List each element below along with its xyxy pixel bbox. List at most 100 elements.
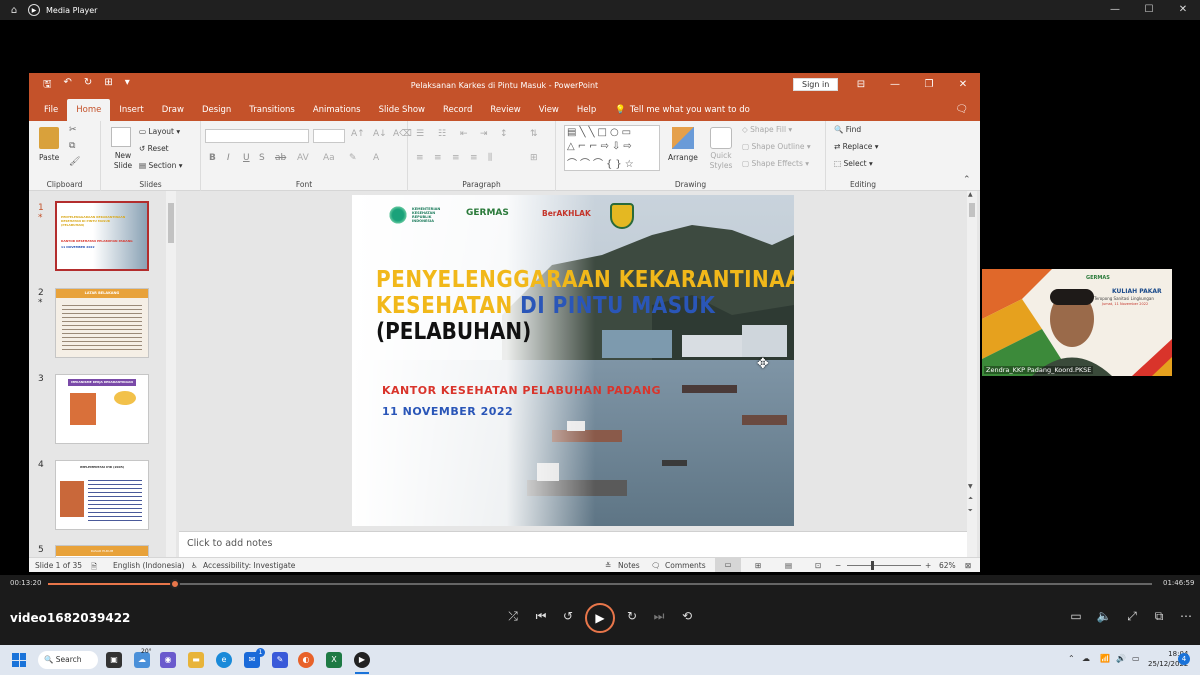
play-button[interactable]: ▶ (585, 603, 615, 633)
tab-record[interactable]: Record (434, 99, 481, 121)
quick-styles-icon[interactable] (710, 127, 732, 149)
seek-bar[interactable] (48, 579, 1152, 589)
tab-insert[interactable]: Insert (110, 99, 152, 121)
slideshow-icon[interactable]: ⊡ (815, 561, 821, 570)
char-spacing-icon[interactable]: AV (297, 153, 309, 163)
tab-help[interactable]: Help (568, 99, 605, 121)
captions-icon[interactable]: ▭ (1066, 609, 1086, 623)
edge-icon[interactable]: e (216, 652, 232, 668)
align-right-icon[interactable]: ≡ (452, 153, 460, 163)
slide-thumbnail-3[interactable]: MEKANISME KERJA KEKARANTINAAN (55, 374, 149, 444)
normal-view-icon[interactable]: ▭ (715, 558, 741, 572)
tab-file[interactable]: File (35, 99, 67, 121)
shadow-button[interactable]: S (259, 153, 265, 163)
section-button[interactable]: ▤ Section ▾ (139, 161, 183, 170)
accessibility-status[interactable]: Accessibility: Investigate (203, 561, 295, 570)
volume-tray-icon[interactable]: 🔊 (1116, 654, 1126, 663)
comments-button[interactable]: Comments (665, 561, 706, 570)
font-color-icon[interactable]: A (373, 153, 379, 163)
shapes-row2-icon[interactable]: △⌐⌐⇨⇩⇨ (567, 141, 635, 152)
find-button[interactable]: 🔍 Find (834, 125, 861, 134)
format-painter-icon[interactable]: 🖌 (69, 157, 80, 167)
notes-icon[interactable]: ≚ (605, 561, 611, 570)
present-icon[interactable]: ⊞ (104, 77, 112, 94)
shapes-row3-icon[interactable]: ⌒⌒⌒{}☆ (567, 155, 637, 170)
current-slide[interactable]: KEMENTERIAN KESEHATAN REPUBLIK INDONESIA… (352, 195, 794, 526)
skip-back-10-icon[interactable]: ↺ (558, 609, 578, 623)
select-button[interactable]: ⬚ Select ▾ (834, 159, 873, 168)
italic-button[interactable]: I (227, 153, 230, 163)
thumbnails-scroll-thumb[interactable] (168, 203, 174, 243)
tab-slide-show[interactable]: Slide Show (370, 99, 434, 121)
task-view-icon[interactable]: ▣ (106, 652, 122, 668)
zoom-slider-thumb[interactable] (871, 561, 874, 570)
slide-scroll-thumb[interactable] (969, 203, 975, 217)
tab-animations[interactable]: Animations (304, 99, 370, 121)
taskbar-search[interactable]: 🔍 Search (38, 651, 98, 669)
slide-thumbnail-1[interactable]: PENYELENGGARAAN KEKARANTINAAN KESEHATAN … (55, 201, 149, 271)
tab-home[interactable]: Home (67, 99, 111, 121)
font-name-select[interactable] (205, 129, 309, 143)
layout-button[interactable]: ▭ Layout ▾ (139, 127, 180, 136)
redo-icon[interactable]: ↻ (84, 77, 92, 94)
slide-thumbnail-5[interactable]: DASAR HUKUM (55, 545, 149, 557)
slide-scrollbar[interactable]: ▲ ▼ ⏶ ⏷ (967, 191, 977, 557)
next-icon[interactable]: ⏭ (649, 609, 669, 624)
customize-icon[interactable]: ▾ (125, 77, 130, 94)
bullets-icon[interactable]: ☰ (416, 129, 424, 139)
tab-design[interactable]: Design (193, 99, 240, 121)
thumbnails-scrollbar[interactable] (166, 191, 176, 557)
fullscreen-icon[interactable]: ⤢ (1122, 609, 1142, 624)
prev-slide-icon[interactable]: ⏶ (968, 495, 973, 503)
tab-draw[interactable]: Draw (153, 99, 193, 121)
highlight-icon[interactable]: ✎ (349, 153, 357, 163)
firefox-icon[interactable]: ◐ (298, 652, 314, 668)
shapes-row1-icon[interactable]: ▤╲╲□○▭ (567, 127, 634, 138)
slide-thumbnail-4[interactable]: IMPLEMENTASI IHR (2005) (55, 460, 149, 530)
shape-effects-button[interactable]: ▢ Shape Effects ▾ (742, 159, 809, 168)
fit-slide-icon[interactable]: ⊠ (965, 561, 971, 570)
notes-pane[interactable]: Click to add notes (179, 531, 967, 557)
new-slide-button[interactable]: New Slide (109, 151, 137, 171)
text-direction-icon[interactable]: ⇅ (530, 129, 538, 139)
sign-in-button[interactable]: Sign in (793, 78, 839, 91)
increase-font-icon[interactable]: A↑ (351, 129, 365, 139)
notes-button[interactable]: Notes (618, 561, 640, 570)
volume-icon[interactable]: 🔈 (1094, 609, 1114, 623)
cut-icon[interactable]: ✂ (69, 125, 77, 135)
minimize-button[interactable]: — (1098, 0, 1132, 20)
slide-thumbnail-2[interactable]: LATAR BELAKANG (55, 288, 149, 358)
change-case-icon[interactable]: Aa (323, 153, 335, 163)
mini-player-icon[interactable]: ⧉ (1149, 609, 1169, 624)
undo-icon[interactable]: ↶ (64, 77, 72, 94)
excel-icon[interactable]: X (326, 652, 342, 668)
previous-icon[interactable]: ⏮ (531, 609, 551, 624)
new-slide-icon[interactable] (111, 127, 131, 147)
slide-sorter-icon[interactable]: ⊞ (755, 561, 761, 570)
shapes-gallery[interactable]: ▤╲╲□○▭ △⌐⌐⇨⇩⇨ ⌒⌒⌒{}☆ (564, 125, 660, 171)
shuffle-icon[interactable]: ⤮ (503, 609, 523, 624)
accessibility-icon[interactable]: ♿ (191, 561, 198, 570)
media-player-taskbar-icon[interactable]: ▶ (354, 652, 370, 668)
zoom-level[interactable]: 62% (939, 561, 956, 570)
align-left-icon[interactable]: ≡ (416, 153, 424, 163)
decrease-font-icon[interactable]: A↓ (373, 129, 387, 139)
home-icon[interactable]: ⌂ (0, 5, 28, 16)
battery-icon[interactable]: ▭ (1132, 654, 1140, 663)
tray-app-icon[interactable]: ☁ (1082, 654, 1090, 663)
ppt-minimize-button[interactable]: — (878, 73, 912, 97)
comments-icon[interactable]: 🗨 (955, 99, 968, 121)
scroll-up-icon[interactable]: ▲ (968, 191, 973, 198)
reset-button[interactable]: ↺ Reset (139, 144, 169, 153)
line-spacing-icon[interactable]: ↕ (500, 129, 508, 139)
numbering-icon[interactable]: ☷ (438, 129, 446, 139)
scroll-down-icon[interactable]: ▼ (968, 483, 973, 490)
close-button[interactable]: ✕ (1166, 0, 1200, 20)
ppt-close-button[interactable]: ✕ (946, 73, 980, 97)
decrease-indent-icon[interactable]: ⇤ (460, 129, 468, 139)
save-icon[interactable]: 🖫 (43, 77, 52, 94)
arrange-icon[interactable] (672, 127, 694, 149)
zoom-out-icon[interactable]: − (835, 561, 841, 570)
ppt-restore-button[interactable]: ❐ (912, 73, 946, 97)
replace-button[interactable]: ⇄ Replace ▾ (834, 142, 879, 151)
